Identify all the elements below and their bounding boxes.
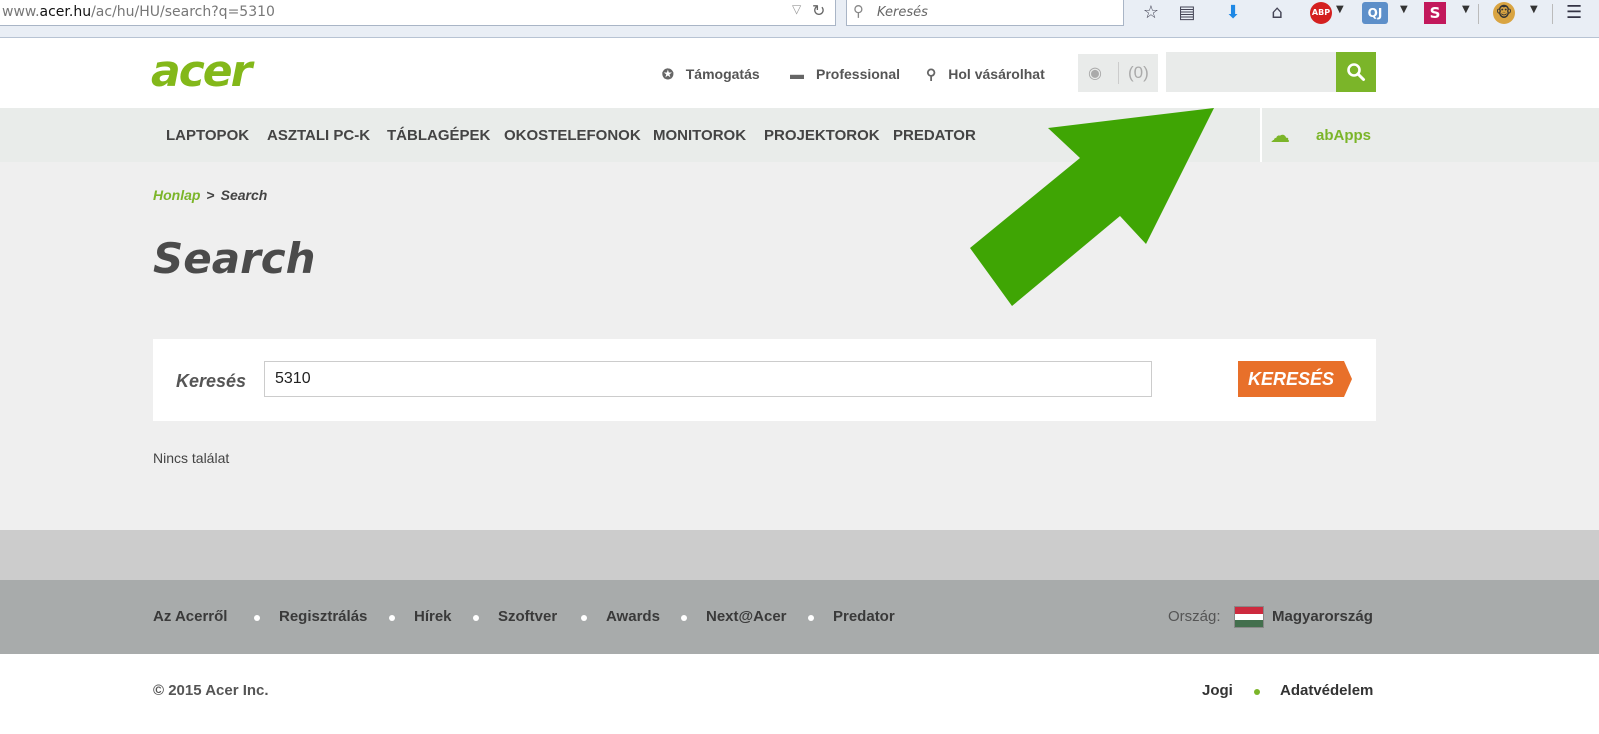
footer-bullet: [1254, 689, 1260, 695]
breadcrumb: Honlap > Search: [153, 187, 267, 203]
address-bar[interactable]: www.acer.hu/ac/hu/HU/search?q=5310 ▽ ↻: [0, 0, 836, 26]
eye-icon: ◉: [1088, 63, 1102, 82]
footer-link-next-at-acer[interactable]: Next@Acer: [706, 608, 787, 625]
legal-link[interactable]: Jogi: [1202, 682, 1233, 699]
address-bar-url: www.acer.hu/ac/hu/HU/search?q=5310: [2, 4, 275, 20]
browser-search-placeholder: Keresés: [877, 5, 928, 20]
country-label: Ország:: [1168, 608, 1221, 625]
page-title: Search: [153, 234, 316, 283]
footer-link-news[interactable]: Hírek: [414, 608, 452, 625]
compare-list-button[interactable]: ◉ (0): [1078, 54, 1158, 92]
browser-search-box[interactable]: ⚲ Keresés: [846, 0, 1124, 26]
bookmark-star-icon[interactable]: ☆: [1140, 2, 1162, 24]
footer-bullet: [681, 615, 687, 621]
site-header: acer ✪ Támogatás ▬ Professional ⚲ Hol vásár…: [0, 38, 1599, 108]
stylish-icon[interactable]: S: [1424, 2, 1446, 24]
footer-link-awards[interactable]: Awards: [606, 608, 660, 625]
nav-item-predator[interactable]: PREDATOR: [893, 127, 976, 144]
hamburger-menu-icon[interactable]: ☰: [1566, 2, 1588, 24]
footer-bullet: [254, 615, 260, 621]
header-link-support[interactable]: ✪ Támogatás: [662, 66, 760, 83]
history-dropdown-icon[interactable]: ▽: [792, 2, 801, 16]
reload-icon[interactable]: ↻: [812, 1, 825, 20]
main-nav: LAPTOPOK ASZTALI PC-K TÁBLAGÉPEK OKOSTEL…: [0, 108, 1599, 162]
breadcrumb-current: Search: [220, 187, 268, 203]
search-input[interactable]: [264, 361, 1152, 397]
footer-bullet: [581, 615, 587, 621]
reading-list-icon[interactable]: ▤: [1176, 2, 1198, 24]
annotation-arrow-icon: [970, 108, 1214, 306]
briefcase-icon: ▬: [790, 66, 804, 82]
nav-item-desktops[interactable]: ASZTALI PC-K: [267, 127, 370, 144]
toolbar-separator: [1552, 4, 1553, 24]
search-icon: ⚲: [853, 2, 864, 20]
compare-count: (0): [1128, 63, 1149, 82]
header-search-input[interactable]: [1166, 52, 1336, 92]
header-search-button[interactable]: [1336, 52, 1376, 92]
chevron-down-icon[interactable]: ▼: [1400, 4, 1408, 15]
quickjava-icon[interactable]: QJ: [1362, 2, 1388, 24]
header-link-where-to-buy[interactable]: ⚲ Hol vásárolhat: [926, 66, 1045, 83]
toolbar-separator: [1478, 4, 1479, 24]
privacy-link[interactable]: Adatvédelem: [1280, 682, 1373, 699]
footer-link-register[interactable]: Regisztrálás: [279, 608, 367, 625]
footer-link-software[interactable]: Szoftver: [498, 608, 557, 625]
nav-item-laptops[interactable]: LAPTOPOK: [166, 127, 249, 144]
cloud-icon: ☁: [1270, 123, 1290, 147]
footer-bottom: © 2015 Acer Inc. Jogi Adatvédelem: [0, 654, 1599, 734]
footer-links: Az Acerről Regisztrálás Hírek Szoftver A…: [0, 580, 1599, 654]
chevron-down-icon[interactable]: ▼: [1530, 4, 1538, 15]
lifebuoy-icon: ✪: [662, 66, 674, 82]
breadcrumb-home-link[interactable]: Honlap: [153, 187, 200, 203]
footer-bullet: [473, 615, 479, 621]
nav-item-smartphones[interactable]: OKOSTELEFONOK: [504, 127, 641, 144]
compare-divider: [1118, 62, 1119, 84]
abapps-link[interactable]: abApps: [1316, 127, 1371, 144]
nav-divider: [1260, 108, 1262, 162]
chevron-down-icon[interactable]: ▼: [1462, 4, 1470, 15]
greasemonkey-icon[interactable]: 🐵: [1493, 2, 1515, 24]
no-results-message: Nincs találat: [153, 450, 230, 466]
map-pin-icon: ⚲: [926, 66, 937, 82]
nav-item-projectors[interactable]: PROJEKTOROK: [764, 127, 880, 144]
country-selector[interactable]: Magyarország: [1272, 608, 1373, 625]
adblock-plus-icon[interactable]: ABP: [1310, 2, 1332, 24]
search-submit-button[interactable]: KERESÉS: [1238, 361, 1352, 397]
breadcrumb-separator: >: [206, 187, 215, 203]
search-form: Keresés KERESÉS: [153, 339, 1376, 421]
download-icon[interactable]: ⬇: [1222, 2, 1244, 24]
search-form-label: Keresés: [176, 371, 247, 391]
footer-bullet: [808, 615, 814, 621]
header-link-professional[interactable]: ▬ Professional: [790, 66, 900, 82]
home-icon[interactable]: ⌂: [1266, 2, 1288, 24]
footer-spacer: [0, 530, 1599, 580]
footer-bullet: [389, 615, 395, 621]
footer-link-predator[interactable]: Predator: [833, 608, 895, 625]
copyright: © 2015 Acer Inc.: [153, 682, 269, 699]
browser-toolbar: www.acer.hu/ac/hu/HU/search?q=5310 ▽ ↻ ⚲…: [0, 0, 1599, 38]
main-content: Honlap > Search Search Keresés KERESÉS Nin…: [0, 162, 1599, 530]
search-submit-label: KERESÉS: [1247, 369, 1335, 389]
hungary-flag-icon[interactable]: [1234, 606, 1264, 628]
footer-link-about[interactable]: Az Acerről: [153, 608, 227, 625]
nav-item-tablets[interactable]: TÁBLAGÉPEK: [387, 127, 490, 144]
acer-logo[interactable]: acer: [151, 50, 252, 94]
search-icon: [1347, 63, 1365, 81]
nav-item-monitors[interactable]: MONITOROK: [653, 127, 746, 144]
chevron-down-icon[interactable]: ▼: [1336, 4, 1344, 15]
